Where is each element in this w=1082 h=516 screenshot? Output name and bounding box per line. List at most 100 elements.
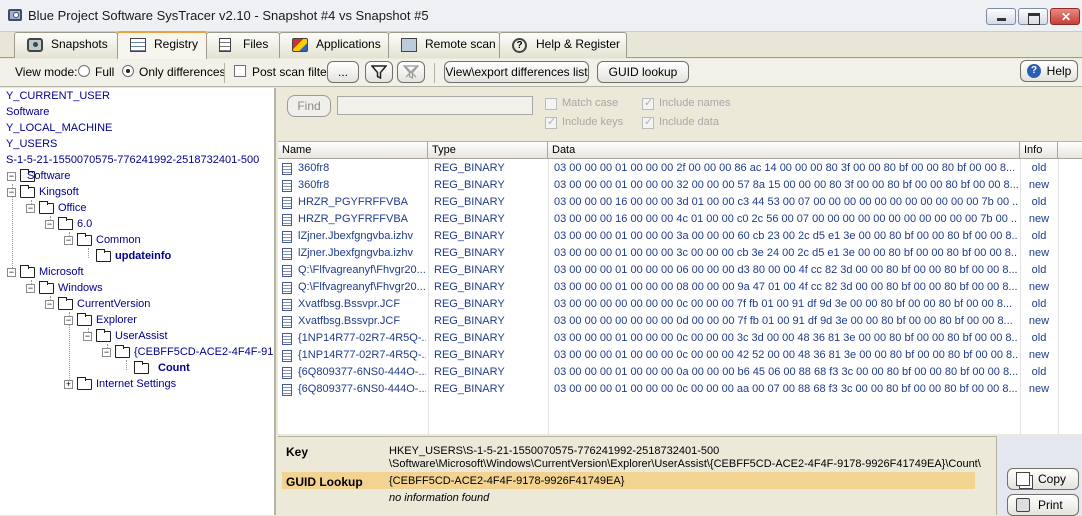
guid-lookup-label: GUID Lookup — [286, 475, 363, 489]
collapse-toggle[interactable]: − — [45, 220, 54, 229]
cell-name: HRZR_PGYFRFFVBA — [298, 196, 409, 208]
table-row[interactable]: Q:\Flfvagreanyf\Fhvgr20... REG_BINARY 03 0… — [278, 262, 1082, 279]
cell-data: 03 00 00 00 01 00 00 00 06 00 00 00 d3 8… — [554, 264, 1018, 276]
folder-open-icon — [77, 313, 92, 326]
tree-hive-line[interactable]: Software — [6, 106, 49, 118]
table-row[interactable]: {6Q809377-6NS0-444O-... REG_BINARY 03 00 0… — [278, 381, 1082, 398]
help-button[interactable]: ? Help — [1020, 60, 1078, 82]
match-case-checkbox[interactable] — [545, 98, 557, 110]
table-row[interactable]: 360fr8 REG_BINARY 03 00 00 00 01 00 00 00 … — [278, 160, 1082, 177]
collapse-toggle[interactable]: − — [102, 348, 111, 357]
column-header-type[interactable]: Type — [428, 142, 548, 159]
table-row[interactable]: lZjner.Jbexfgngvba.izhv REG_BINARY 03 00 0… — [278, 245, 1082, 262]
table-row[interactable]: Xvatfbsg.Bssvpr.JCF REG_BINARY 03 00 00 00… — [278, 313, 1082, 330]
collapse-toggle[interactable]: − — [45, 300, 54, 309]
table-row[interactable]: HRZR_PGYFRFFVBA REG_BINARY 03 00 00 00 16 … — [278, 194, 1082, 211]
copy-label: Copy — [1038, 472, 1067, 486]
collapse-toggle[interactable]: − — [26, 204, 35, 213]
tree-hive-line[interactable]: S-1-5-21-1550070575-776241992-2518732401… — [6, 154, 259, 166]
only-differences-radio[interactable] — [122, 65, 134, 77]
collapse-toggle[interactable]: − — [7, 172, 16, 181]
tree-hive-line[interactable]: Y_LOCAL_MACHINE — [6, 122, 112, 134]
column-header-name[interactable]: Name — [278, 142, 428, 159]
table-row[interactable]: HRZR_PGYFRFFVBA REG_BINARY 03 00 00 00 16 … — [278, 211, 1082, 228]
filter-button[interactable] — [365, 61, 393, 83]
post-scan-filter-checkbox[interactable] — [234, 65, 246, 77]
collapse-toggle[interactable]: − — [26, 284, 35, 293]
table-row[interactable]: 360fr8 REG_BINARY 03 00 00 00 01 00 00 00 … — [278, 177, 1082, 194]
include-data-checkbox[interactable] — [642, 115, 654, 129]
cell-info: new — [1028, 179, 1050, 191]
cell-name: Q:\Flfvagreanyf\Fhvgr20... — [298, 264, 426, 276]
find-input[interactable] — [337, 96, 533, 115]
collapse-toggle[interactable]: − — [64, 316, 73, 325]
cell-data: 03 00 00 00 01 00 00 00 3a 00 00 00 60 c… — [554, 230, 1018, 242]
collapse-toggle[interactable]: − — [64, 236, 73, 245]
cell-name: lZjner.Jbexfgngvba.izhv — [298, 230, 413, 242]
cell-data: 03 00 00 00 01 00 00 00 0c 00 00 00 42 5… — [554, 349, 1018, 361]
print-label: Print — [1038, 498, 1063, 512]
table-row[interactable]: {1NP14R77-02R7-4R5Q-... REG_BINARY 03 00 0… — [278, 347, 1082, 364]
table-row[interactable]: {1NP14R77-02R7-4R5Q-... REG_BINARY 03 00 0… — [278, 330, 1082, 347]
include-data-label: Include data — [659, 116, 719, 128]
cell-info: new — [1028, 349, 1050, 361]
table-row[interactable]: lZjner.Jbexfgngvba.izhv REG_BINARY 03 00 0… — [278, 228, 1082, 245]
column-header-data[interactable]: Data — [548, 142, 1020, 159]
table-row[interactable]: {6Q809377-6NS0-444O-... REG_BINARY 03 00 0… — [278, 364, 1082, 381]
guid-lookup-highlight — [282, 472, 975, 489]
include-names-checkbox[interactable] — [642, 96, 654, 110]
cell-type: REG_BINARY — [434, 264, 505, 276]
collapse-toggle[interactable]: − — [83, 332, 92, 341]
expand-toggle[interactable]: + — [64, 380, 73, 389]
registry-value-icon — [282, 231, 292, 243]
tab-registry[interactable]: Registry — [117, 31, 207, 59]
print-button[interactable]: Print — [1007, 494, 1079, 516]
cell-data: 03 00 00 00 00 00 00 00 0d 00 00 00 7f f… — [554, 315, 1013, 327]
table-row[interactable]: Q:\Flfvagreanyf\Fhvgr20... REG_BINARY 03 0… — [278, 279, 1082, 296]
guid-lookup-button[interactable]: GUID lookup — [597, 61, 689, 83]
match-case-label: Match case — [562, 97, 619, 109]
cell-info: new — [1028, 281, 1050, 293]
help-circle-icon: ? — [1027, 64, 1041, 78]
full-radio[interactable] — [78, 65, 90, 77]
cell-name: {1NP14R77-02R7-4R5Q-... — [298, 349, 426, 361]
tree-connector — [12, 184, 13, 274]
tree-hive-line[interactable]: Y_USERS — [6, 138, 57, 150]
collapse-toggle[interactable]: − — [7, 268, 16, 277]
clear-filter-button[interactable] — [397, 61, 425, 83]
minimize-button[interactable] — [986, 8, 1016, 25]
tab-remote-scan[interactable]: Remote scan — [388, 32, 500, 58]
cell-data: 03 00 00 00 01 00 00 00 0c 00 00 00 3c 3… — [554, 332, 1018, 344]
tab-help-register[interactable]: ? Help & Register — [499, 32, 627, 58]
maximize-button[interactable] — [1018, 8, 1048, 25]
tree-hive-line[interactable]: Y_CURRENT_USER — [6, 90, 110, 102]
tab-snapshots[interactable]: Snapshots — [14, 32, 118, 58]
cell-name: 360fr8 — [298, 179, 330, 191]
view-export-differences-button[interactable]: View\export differences list — [444, 61, 589, 83]
cell-type: REG_BINARY — [434, 298, 505, 310]
window-title: Blue Project Software SysTracer v2.10 - … — [28, 8, 429, 23]
include-names-label: Include names — [659, 97, 731, 109]
folder-open-icon — [77, 233, 92, 246]
include-keys-checkbox[interactable] — [545, 115, 557, 129]
cell-name: Q:\Flfvagreanyf\Fhvgr20... — [298, 281, 426, 293]
tab-applications[interactable]: Applications — [279, 32, 389, 58]
collapse-toggle[interactable]: − — [7, 188, 16, 197]
table-row[interactable]: Xvatfbsg.Bssvpr.JCF REG_BINARY 03 00 00 00… — [278, 296, 1082, 313]
close-button[interactable] — [1050, 8, 1080, 25]
folder-open-icon — [20, 185, 35, 198]
registry-value-icon — [282, 180, 292, 192]
include-keys-label: Include keys — [562, 116, 624, 128]
column-header-info[interactable]: Info — [1020, 142, 1058, 159]
help-icon: ? — [512, 38, 527, 53]
tab-files[interactable]: Files — [206, 32, 280, 58]
camera-icon — [27, 38, 43, 52]
cell-data: 03 00 00 00 01 00 00 00 32 00 00 00 57 8… — [554, 179, 1018, 191]
tab-label: Applications — [316, 37, 381, 51]
copy-button[interactable]: Copy — [1007, 468, 1079, 490]
table-header: Name Type Data Info — [278, 142, 1082, 159]
find-button[interactable]: Find — [287, 95, 331, 117]
tree-connector — [88, 248, 89, 258]
filter-options-button[interactable]: ... — [327, 61, 359, 83]
registry-value-icon — [282, 163, 292, 175]
